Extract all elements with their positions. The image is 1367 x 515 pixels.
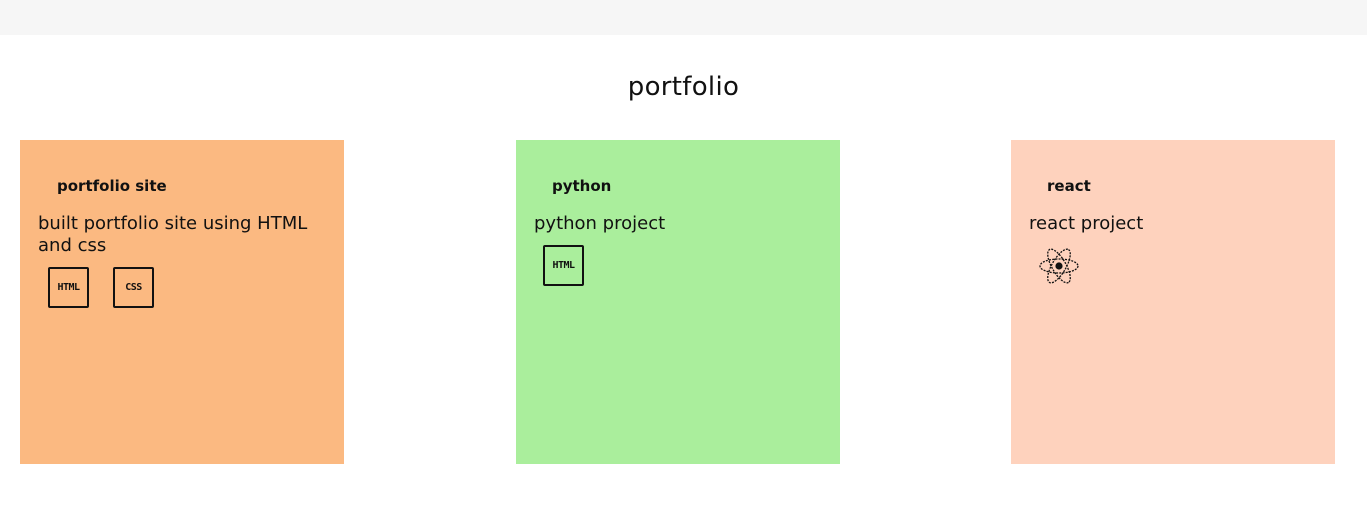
- card-description: python project: [534, 213, 666, 234]
- card-title: python: [552, 177, 612, 195]
- page-title: portfolio: [627, 72, 740, 102]
- card-title: react: [1047, 177, 1091, 195]
- top-bar: [0, 0, 1367, 35]
- project-card-react[interactable]: react react project: [1011, 140, 1335, 464]
- project-card-python[interactable]: python python project HTML: [516, 140, 840, 464]
- card-title: portfolio site: [57, 177, 167, 195]
- card-description: react project: [1029, 213, 1144, 234]
- project-card-portfolio-site[interactable]: portfolio site built portfolio site usin…: [20, 140, 344, 464]
- card-description: built portfolio site using HTML and css: [38, 213, 308, 256]
- html-icon: HTML: [543, 245, 584, 286]
- css-icon: CSS: [113, 267, 154, 308]
- react-icon: [1039, 248, 1079, 284]
- html-icon: HTML: [48, 267, 89, 308]
